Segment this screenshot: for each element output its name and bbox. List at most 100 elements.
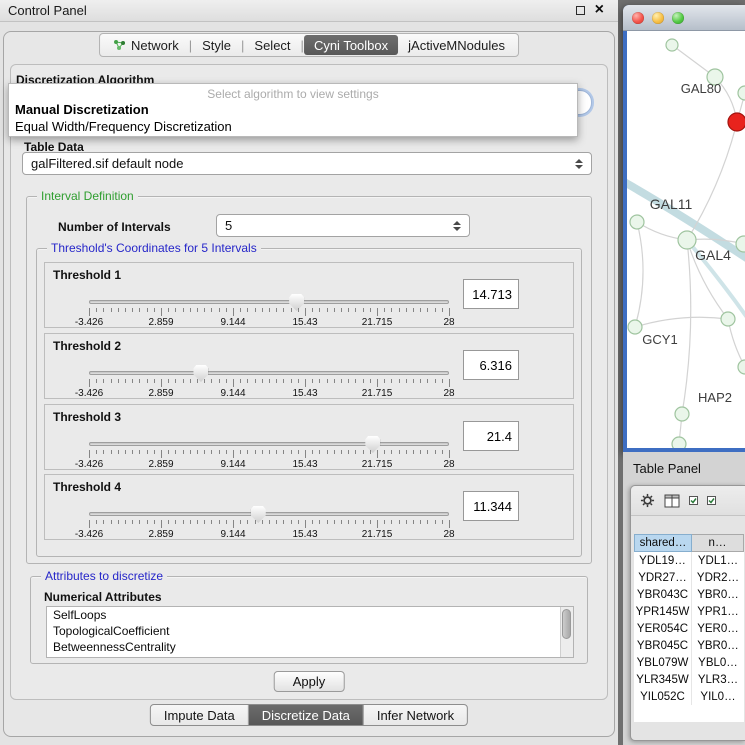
scrollbar-thumb[interactable] (562, 609, 571, 639)
checkbox-icon[interactable] (707, 496, 716, 505)
threshold-value-field[interactable]: 21.4 (463, 421, 519, 451)
gear-icon[interactable] (640, 493, 655, 508)
table-cell[interactable]: YBR0… (692, 637, 744, 654)
network-node[interactable] (672, 437, 686, 448)
table-cell[interactable]: YBR0… (692, 586, 744, 603)
minimize-traffic-light-icon[interactable] (652, 12, 664, 24)
tab-discretize-data[interactable]: Discretize Data (249, 705, 364, 725)
table-row[interactable]: YDL19…YDL1… (634, 552, 744, 569)
threshold-slider[interactable] (89, 300, 449, 304)
tick-mark (327, 520, 328, 524)
network-node[interactable] (738, 86, 745, 100)
tab-infer-network[interactable]: Infer Network (364, 705, 467, 725)
table-cell[interactable]: YDR27… (634, 569, 692, 586)
table-cell[interactable]: YBR043C (634, 586, 692, 603)
network-window-titlebar[interactable] (623, 5, 745, 31)
network-node[interactable] (628, 320, 642, 334)
dropdown-option-equal-width[interactable]: Equal Width/Frequency Discretization (15, 119, 232, 134)
network-edge[interactable] (635, 317, 728, 327)
tab-select[interactable]: Select (244, 35, 300, 55)
tab-style[interactable]: Style (192, 35, 241, 55)
columns-icon[interactable] (664, 494, 680, 508)
number-of-intervals-select[interactable]: 5 (216, 214, 470, 237)
tick-mark (341, 308, 342, 312)
table-cell[interactable]: YLR345W (634, 671, 692, 688)
network-edge[interactable] (635, 222, 643, 327)
tick-mark (435, 450, 436, 454)
table-row[interactable]: YBR045CYBR0… (634, 637, 744, 654)
tab-jactivemnodules[interactable]: jActiveMNodules (398, 35, 515, 55)
table-cell[interactable]: YDR2… (692, 569, 744, 586)
threshold-slider[interactable] (89, 442, 449, 446)
tick-mark (363, 308, 364, 312)
table-cell[interactable]: YBL079W (634, 654, 692, 671)
threshold-slider[interactable] (89, 512, 449, 516)
threshold-value-field[interactable]: 14.713 (463, 279, 519, 309)
network-node[interactable] (675, 407, 689, 421)
network-node[interactable] (678, 231, 696, 249)
table-cell[interactable]: YIL0… (692, 688, 744, 705)
table-cell[interactable]: YIL052C (634, 688, 692, 705)
attribute-item[interactable]: SelfLoops (47, 607, 573, 623)
numerical-attributes-list[interactable]: SelfLoopsTopologicalCoefficientBetweenne… (46, 606, 574, 658)
tick-mark (255, 308, 256, 312)
network-node[interactable] (666, 39, 678, 51)
table-cell[interactable]: YER0… (692, 620, 744, 637)
tick-mark (319, 308, 320, 312)
checkbox-icon[interactable] (689, 496, 698, 505)
table-cell[interactable]: YLR3… (692, 671, 744, 688)
table-row[interactable]: YIL052CYIL0… (634, 688, 744, 705)
table-cell[interactable]: YDL19… (634, 552, 692, 569)
table-data-select[interactable]: galFiltered.sif default node (22, 152, 592, 175)
attribute-item[interactable]: BetweennessCentrality (47, 639, 573, 655)
network-node[interactable] (630, 215, 644, 229)
tick-mark (132, 379, 133, 383)
zoom-traffic-light-icon[interactable] (672, 12, 684, 24)
network-svg[interactable]: GAL80GAL11GAL4GCY1HAP2 (627, 31, 745, 448)
control-panel-titlebar[interactable]: Control Panel × (0, 0, 618, 22)
close-icon[interactable]: × (595, 3, 604, 17)
network-node[interactable] (721, 312, 735, 326)
tick-mark (197, 379, 198, 383)
table-row[interactable]: YPR145WYPR1… (634, 603, 744, 620)
tick-mark (276, 520, 277, 524)
tick-mark (175, 379, 176, 383)
column-header-name[interactable]: n… (692, 534, 744, 552)
threshold-value-field[interactable]: 6.316 (463, 350, 519, 380)
tick-mark (219, 379, 220, 383)
scrollbar[interactable] (560, 607, 573, 657)
tick-mark (147, 520, 148, 524)
network-canvas[interactable]: GAL80GAL11GAL4GCY1HAP2 (627, 31, 745, 448)
table-cell[interactable]: YDL1… (692, 552, 744, 569)
tick-mark (305, 308, 306, 316)
table-cell[interactable]: YPR1… (692, 603, 744, 620)
apply-button[interactable]: Apply (274, 671, 345, 692)
table-cell[interactable]: YPR145W (634, 603, 692, 620)
table-row[interactable]: YDR27…YDR2… (634, 569, 744, 586)
dropdown-option-manual[interactable]: Manual Discretization (15, 102, 149, 117)
table-row[interactable]: YLR345WYLR3… (634, 671, 744, 688)
table-row[interactable]: YBL079WYBL0… (634, 654, 744, 671)
network-node-selected[interactable] (728, 113, 745, 131)
network-node[interactable] (738, 360, 745, 374)
table-cell[interactable]: YBL0… (692, 654, 744, 671)
table-cell[interactable]: YBR045C (634, 637, 692, 654)
table-cell[interactable]: YER054C (634, 620, 692, 637)
table-row[interactable]: YER054CYER0… (634, 620, 744, 637)
float-window-icon[interactable] (576, 6, 585, 15)
tab-cyni-toolbox[interactable]: Cyni Toolbox (304, 35, 398, 55)
attribute-item[interactable]: TopologicalCoefficient (47, 623, 573, 639)
network-edge[interactable] (728, 319, 745, 367)
threshold-value-field[interactable]: 11.344 (463, 491, 519, 521)
threshold-slider[interactable] (89, 371, 449, 375)
tick-mark (435, 308, 436, 312)
tab-impute-data[interactable]: Impute Data (151, 705, 249, 725)
network-edge[interactable] (682, 240, 691, 414)
tick-mark (355, 379, 356, 383)
column-header-shared[interactable]: shared… (634, 534, 692, 552)
table-row[interactable]: YBR043CYBR0… (634, 586, 744, 603)
tick-mark (406, 308, 407, 312)
close-traffic-light-icon[interactable] (632, 12, 644, 24)
tick-mark (305, 520, 306, 528)
tab-network[interactable]: Network (103, 35, 189, 55)
